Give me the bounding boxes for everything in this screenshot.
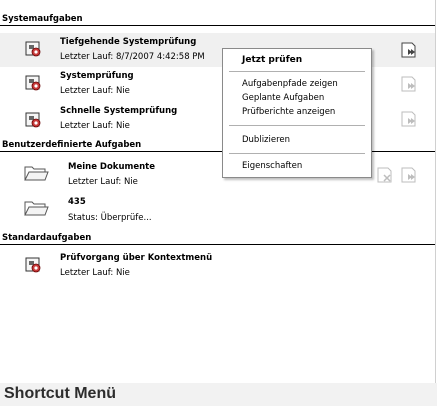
scan-task-icon [25,41,41,57]
menu-item-properties[interactable]: Eigenschaften [242,161,302,171]
section-header-standard: Standardaufgaben [0,231,435,245]
task-status: Letzter Lauf: Nie [68,177,138,187]
task-status: Letzter Lauf: Nie [60,121,130,131]
task-name: Prüfvorgang über Kontextmenü [60,253,213,263]
menu-item-show-paths[interactable]: Aufgabenpfade zeigen [242,79,338,89]
caption: Shortcut Menü [4,385,116,402]
menu-item-duplicate[interactable]: Dublizieren [242,135,290,145]
section-header-system: Systemaufgaben [0,12,435,26]
task-name: Schnelle Systemprüfung [60,106,178,116]
task-row-context-scan[interactable]: Prüfvorgang über Kontextmenü Letzter Lau… [0,249,435,285]
scan-task-icon [25,112,41,128]
menu-separator [229,125,365,126]
scan-task-icon [25,75,41,91]
run-task-icon[interactable] [400,110,418,128]
task-name: Meine Dokumente [68,162,156,172]
run-task-icon[interactable] [400,41,418,59]
context-menu: Jetzt prüfen Aufgabenpfade zeigen Geplan… [222,48,372,178]
task-name: Systemprüfung [60,71,134,81]
menu-item-scan-now[interactable]: Jetzt prüfen [242,55,302,65]
caption-bar: Shortcut Menü [0,383,437,406]
menu-item-scheduled-tasks[interactable]: Geplante Aufgaben [242,93,324,103]
task-name: 435 [68,197,86,207]
menu-item-show-reports[interactable]: Prüfberichte anzeigen [242,107,335,117]
task-row-435[interactable]: 435 Status: Überprüfe... [0,193,435,231]
scan-task-icon [25,257,41,273]
task-status: Letzter Lauf: Nie [60,86,130,96]
folder-icon [24,166,49,181]
delete-task-icon[interactable] [376,166,394,184]
run-task-icon[interactable] [400,166,418,184]
folder-icon [24,201,49,216]
task-panel: Systemaufgaben Tiefgehende Systemprüfung… [0,0,436,384]
menu-separator [229,71,365,72]
task-name: Tiefgehende Systemprüfung [60,37,197,47]
menu-separator [229,153,365,154]
task-status: Status: Überprüfe... [68,213,152,223]
task-status: Letzter Lauf: Nie [60,268,130,278]
run-task-icon[interactable] [400,75,418,93]
task-status: Letzter Lauf: 8/7/2007 4:42:58 PM [60,52,205,62]
